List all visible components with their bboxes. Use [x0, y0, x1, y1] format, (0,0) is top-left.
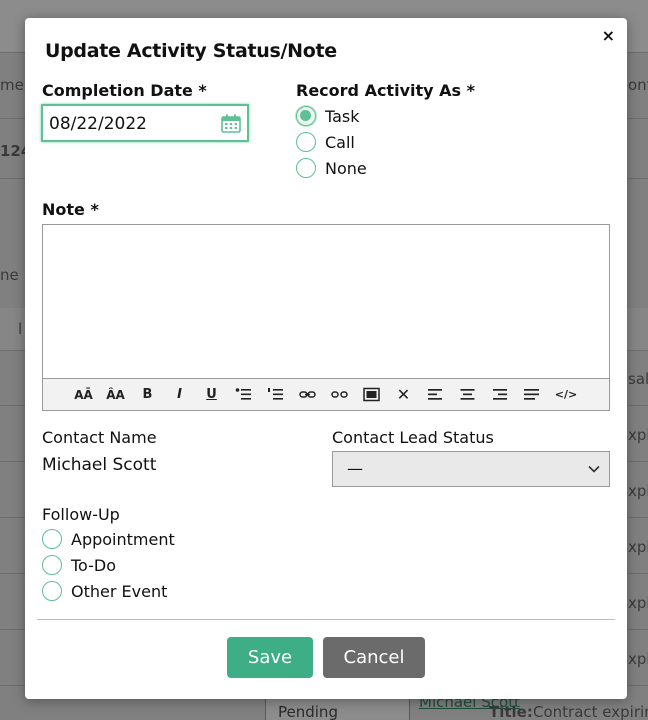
- follow-up-option-label: Other Event: [71, 581, 168, 601]
- close-icon[interactable]: ×: [602, 26, 615, 45]
- radio-none[interactable]: [296, 158, 316, 178]
- note-label: Note *: [42, 200, 99, 219]
- bg-fragment: xpirin: [628, 594, 648, 612]
- bg-fragment: ont: [628, 76, 648, 94]
- radio-todo[interactable]: [42, 555, 62, 575]
- clear-format-icon[interactable]: ✕: [394, 385, 413, 404]
- contact-name-label: Contact Name: [42, 428, 157, 447]
- update-activity-modal: × Update Activity Status/Note Completion…: [25, 18, 627, 699]
- record-option-label: None: [325, 158, 367, 178]
- bg-fragment: xpirin: [628, 426, 648, 444]
- italic-icon[interactable]: I: [170, 386, 189, 404]
- bg-status-select[interactable]: Pending: [265, 698, 410, 720]
- code-view-icon[interactable]: </>: [554, 386, 578, 404]
- contact-name-value: Michael Scott: [42, 455, 157, 475]
- calendar-icon[interactable]: [221, 114, 241, 133]
- modal-title: Update Activity Status/Note: [45, 40, 337, 62]
- numbered-list-icon[interactable]: [266, 386, 285, 404]
- record-option-label: Task: [325, 106, 360, 126]
- record-option-none[interactable]: None: [296, 158, 367, 178]
- record-option-task[interactable]: Task: [296, 106, 360, 126]
- radio-call[interactable]: [296, 132, 316, 152]
- follow-up-label: Follow-Up: [42, 505, 120, 524]
- font-size-icon[interactable]: AĀ: [74, 386, 93, 404]
- follow-up-other-event[interactable]: Other Event: [42, 581, 167, 601]
- bg-fragment: ne: [0, 266, 19, 284]
- lead-status-value: —: [347, 459, 363, 478]
- record-option-call[interactable]: Call: [296, 132, 355, 152]
- align-right-icon[interactable]: [490, 386, 509, 404]
- radio-other-event[interactable]: [42, 581, 62, 601]
- rich-text-toolbar: AĀ ÂA B I U ✕ </>: [43, 378, 609, 410]
- bg-fragment: me: [0, 76, 24, 94]
- bulleted-list-icon[interactable]: [234, 386, 253, 404]
- cancel-button[interactable]: Cancel: [323, 637, 425, 678]
- footer-divider: [37, 619, 615, 620]
- note-textarea[interactable]: [43, 225, 609, 378]
- lead-status-select[interactable]: —: [332, 451, 610, 487]
- image-icon[interactable]: [362, 386, 381, 404]
- record-activity-label: Record Activity As *: [296, 81, 475, 100]
- bg-fragment: xpirin: [628, 650, 648, 668]
- bold-icon[interactable]: B: [138, 386, 157, 404]
- radio-appointment[interactable]: [42, 529, 62, 549]
- radio-task[interactable]: [296, 106, 316, 126]
- bg-fragment: sal: [628, 370, 648, 388]
- follow-up-option-label: Appointment: [71, 529, 175, 549]
- completion-date-label: Completion Date *: [42, 81, 207, 100]
- bg-fragment: l: [18, 320, 23, 338]
- align-justify-icon[interactable]: [522, 386, 541, 404]
- align-left-icon[interactable]: [426, 386, 445, 404]
- font-case-icon[interactable]: ÂA: [106, 386, 125, 404]
- completion-date-value: 08/22/2022: [49, 114, 147, 134]
- follow-up-option-label: To-Do: [71, 555, 117, 575]
- link-icon[interactable]: [298, 386, 317, 404]
- follow-up-appointment[interactable]: Appointment: [42, 529, 175, 549]
- chevron-down-icon: [588, 465, 600, 473]
- follow-up-todo[interactable]: To-Do: [42, 555, 116, 575]
- bg-fragment: xpirin: [628, 538, 648, 556]
- lead-status-label: Contact Lead Status: [332, 428, 494, 447]
- record-option-label: Call: [325, 132, 355, 152]
- save-button[interactable]: Save: [227, 637, 313, 678]
- underline-icon[interactable]: U: [202, 386, 221, 404]
- note-editor[interactable]: AĀ ÂA B I U ✕ </>: [42, 224, 610, 411]
- bg-status-value: Pending: [278, 703, 338, 720]
- bg-fragment: xpirin: [628, 482, 648, 500]
- bg-title-value: Contract expiring: [533, 703, 648, 720]
- align-center-icon[interactable]: [458, 386, 477, 404]
- unlink-icon[interactable]: [330, 386, 349, 404]
- completion-date-input[interactable]: 08/22/2022: [41, 104, 249, 142]
- bg-title-label: Title:: [489, 703, 533, 720]
